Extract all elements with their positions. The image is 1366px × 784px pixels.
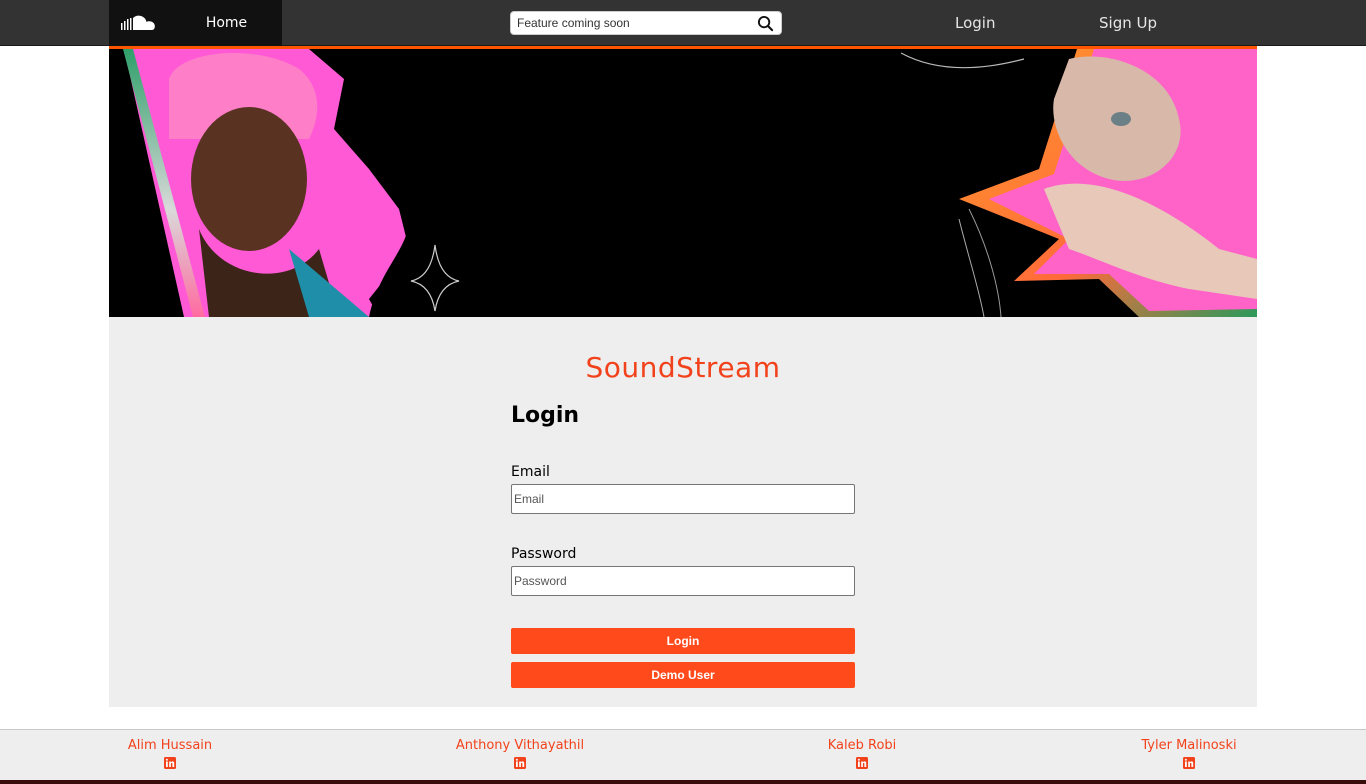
developer-credit: Tyler Malinoski <box>1124 738 1254 773</box>
developer-credit: Kaleb Robi <box>812 738 912 773</box>
developer-name[interactable]: Tyler Malinoski <box>1124 738 1254 753</box>
footer: Alim Hussain Anthony Vithayathil Kaleb R… <box>0 729 1366 784</box>
demo-user-button[interactable]: Demo User <box>511 662 855 688</box>
developer-name[interactable]: Kaleb Robi <box>812 738 912 753</box>
soundcloud-cloud-icon <box>121 15 155 30</box>
nav-login-link[interactable]: Login <box>955 0 995 46</box>
linkedin-icon[interactable] <box>856 757 868 769</box>
login-card: SoundStream Login Email Password Login D… <box>109 317 1257 707</box>
password-field[interactable] <box>511 566 855 596</box>
email-field[interactable] <box>511 484 855 514</box>
search-input[interactable] <box>517 15 753 31</box>
top-nav: Home Login Sign Up <box>0 0 1366 46</box>
developer-name[interactable]: Anthony Vithayathil <box>440 738 600 753</box>
search-bar <box>510 11 782 35</box>
developer-name[interactable]: Alim Hussain <box>110 738 230 753</box>
developer-credit: Alim Hussain <box>110 738 230 773</box>
search-icon[interactable] <box>757 15 774 32</box>
password-label: Password <box>511 546 577 562</box>
linkedin-icon[interactable] <box>1183 757 1195 769</box>
footer-bottom-strip <box>0 780 1366 784</box>
hero-banner <box>109 49 1257 317</box>
linkedin-icon[interactable] <box>164 757 176 769</box>
logo-button[interactable] <box>109 0 171 46</box>
brand-title: SoundStream <box>585 351 781 384</box>
nav-home-link[interactable]: Home <box>171 0 282 46</box>
hero-banner-image <box>123 49 1257 317</box>
email-label: Email <box>511 464 550 480</box>
developer-credit: Anthony Vithayathil <box>440 738 600 773</box>
form-title: Login <box>511 403 580 428</box>
linkedin-icon[interactable] <box>514 757 526 769</box>
nav-signup-link[interactable]: Sign Up <box>1099 0 1157 46</box>
login-button[interactable]: Login <box>511 628 855 654</box>
